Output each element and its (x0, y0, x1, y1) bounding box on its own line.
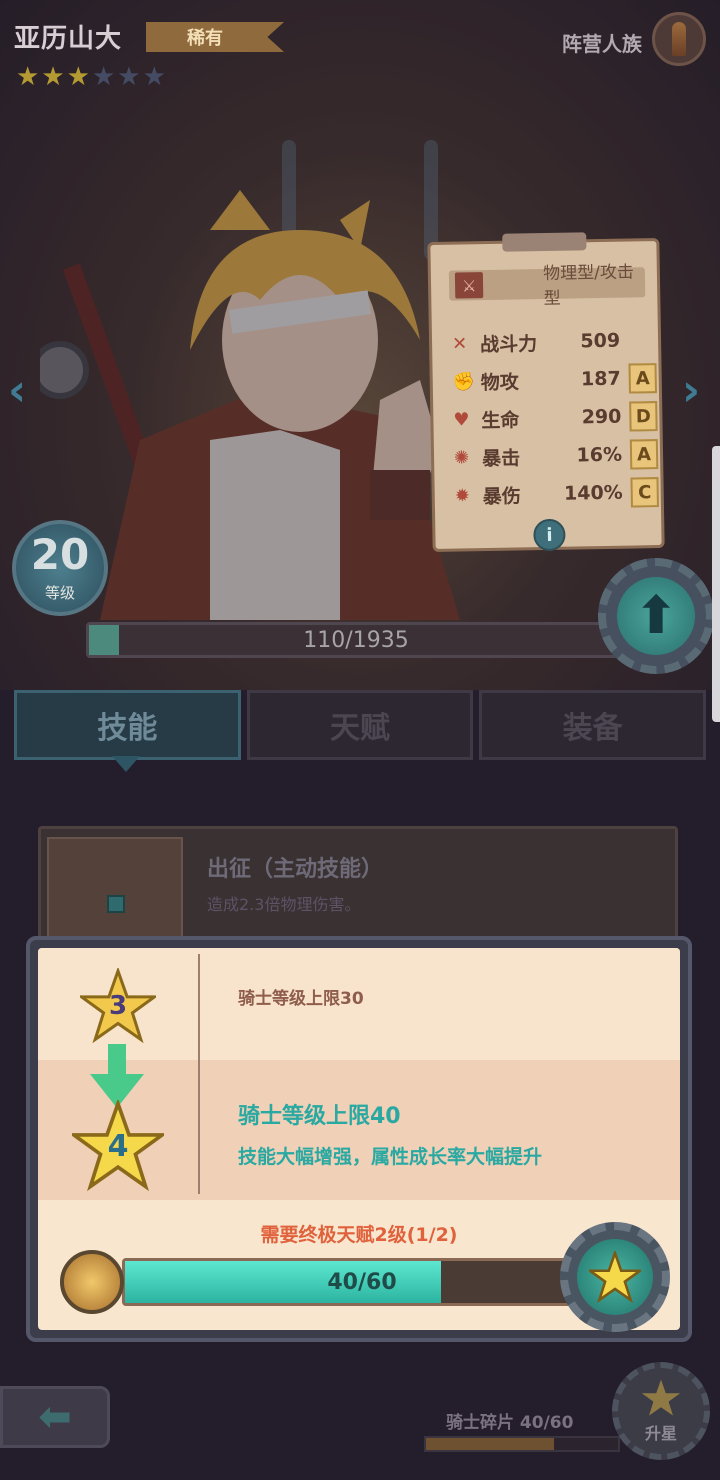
exp-text: 110/1935 (303, 627, 409, 653)
hero-avatar (60, 1250, 124, 1314)
stat-row-attack: ✊ 物攻 187 A (452, 361, 657, 399)
faction-badge[interactable] (652, 12, 706, 66)
star-up-confirm-button[interactable] (560, 1222, 670, 1332)
stats-card: ⚔ 物理型/攻击型 ✕ 战斗力 509 ✊ 物攻 187 A ♥ 生命 290 … (427, 232, 665, 553)
back-arrow-icon: ⬅ (38, 1394, 72, 1440)
fragment-progress-bar: 40/60 (122, 1258, 602, 1306)
hero-stars: ★ ★ ★ ★ ★ ★ (16, 64, 166, 90)
stat-label: 战斗力 (479, 332, 538, 356)
star-icon (641, 1379, 681, 1416)
stat-label: 生命 (481, 408, 520, 432)
edge-handle[interactable] (712, 446, 720, 722)
down-arrow-icon (90, 1044, 144, 1108)
sword-icon: ⚔ (454, 272, 484, 299)
tab-equipment[interactable]: 装备 (479, 690, 707, 760)
fragments-bar-fill (426, 1438, 555, 1450)
crit-icon: ✺ (453, 446, 470, 469)
stat-value: 140% (563, 481, 623, 505)
next-star-description: 技能大幅增强，属性成长率大幅提升 (238, 1146, 543, 1168)
hero-type-banner: ⚔ 物理型/攻击型 (448, 262, 646, 309)
current-star-effect: 骑士等级上限30 (238, 989, 364, 1009)
bullet-icon (672, 22, 686, 56)
exp-bar: 110/1935 (86, 622, 626, 658)
fragment-progress-text: 40/60 (327, 1269, 397, 1295)
stat-row-crit-damage: ✹ 暴伤 140% C (454, 475, 659, 513)
level-label: 等级 (44, 583, 75, 602)
hero-type-label: 物理型/攻击型 (543, 262, 635, 310)
rarity-tag: 稀有 (146, 22, 284, 52)
tab-skills[interactable]: 技能 (14, 690, 241, 760)
heart-icon: ♥ (453, 408, 470, 431)
star-empty-icon: ★ (91, 62, 116, 92)
stat-grade: D (629, 401, 658, 432)
skill-card[interactable]: 出征（主动技能） 造成2.3倍物理伤害。 (38, 826, 678, 946)
stat-value: 290 (581, 405, 622, 429)
star-empty-icon: ★ (142, 62, 166, 92)
star-empty-icon: ★ (117, 62, 141, 92)
star-filled-icon: ★ (66, 62, 90, 92)
stat-label: 暴击 (481, 446, 521, 470)
star-filled-icon: ★ (41, 62, 65, 92)
fragments-bar (424, 1436, 620, 1452)
row-divider (198, 954, 200, 1194)
fragments-label: 骑士碎片 40/60 (446, 1413, 574, 1433)
star-filled-icon: ★ (16, 62, 40, 92)
power-icon: ✕ (451, 332, 468, 355)
up-arrow-icon: ⬆ (617, 577, 695, 655)
level-value: 20 (30, 529, 90, 579)
current-star-icon: 3 (80, 968, 156, 1044)
star-up-label: 升星 (644, 1424, 677, 1443)
next-star-icon: 4 (72, 1100, 164, 1192)
back-button[interactable]: ⬅ (0, 1386, 110, 1448)
level-up-button[interactable]: ⬆ (598, 558, 714, 674)
skill-description: 造成2.3倍物理伤害。 (207, 895, 361, 914)
crit-damage-icon: ✹ (454, 484, 471, 507)
faction-label: 阵营人族 (562, 32, 642, 56)
star-up-dialog: 3 4 骑士等级上限30 骑士等级上限40 技能大幅增强，属性成长率大幅提升 需… (26, 936, 692, 1342)
info-button[interactable]: i (533, 518, 566, 552)
stat-value: 16% (576, 443, 623, 467)
exp-bar-fill (89, 625, 120, 655)
next-star-number: 4 (107, 1128, 129, 1164)
stat-grade: A (629, 439, 659, 470)
skill-name: 出征（主动技能） (207, 857, 384, 882)
prev-hero-arrow-icon[interactable]: ‹ (8, 365, 26, 416)
stat-row-crit: ✺ 暴击 16% A (454, 437, 659, 475)
stat-grade: A (628, 363, 657, 394)
stat-label: 暴伤 (482, 484, 521, 508)
stat-grade: C (630, 477, 659, 508)
tab-talents[interactable]: 天赋 (246, 690, 474, 760)
hero-name: 亚历山大 (14, 24, 123, 54)
current-star-number: 3 (108, 991, 128, 1021)
stat-value: 509 (580, 329, 621, 353)
tab-bar: 技能 天赋 装备 (14, 690, 707, 760)
next-star-title: 骑士等级上限40 (238, 1104, 401, 1129)
next-hero-arrow-icon[interactable]: › (682, 365, 700, 416)
star-up-button[interactable]: 升星 (612, 1362, 710, 1460)
stat-label: 物攻 (480, 370, 519, 394)
star-icon (577, 1239, 653, 1315)
stat-row-hp: ♥ 生命 290 D (453, 399, 658, 437)
clipboard-clip (502, 232, 587, 252)
stat-value: 187 (580, 367, 621, 391)
fist-icon: ✊ (452, 370, 476, 393)
stat-row-power: ✕ 战斗力 509 (452, 323, 657, 361)
active-tab-pointer (112, 756, 140, 772)
level-badge: 20 等级 (12, 520, 108, 616)
skill-icon (47, 837, 183, 941)
